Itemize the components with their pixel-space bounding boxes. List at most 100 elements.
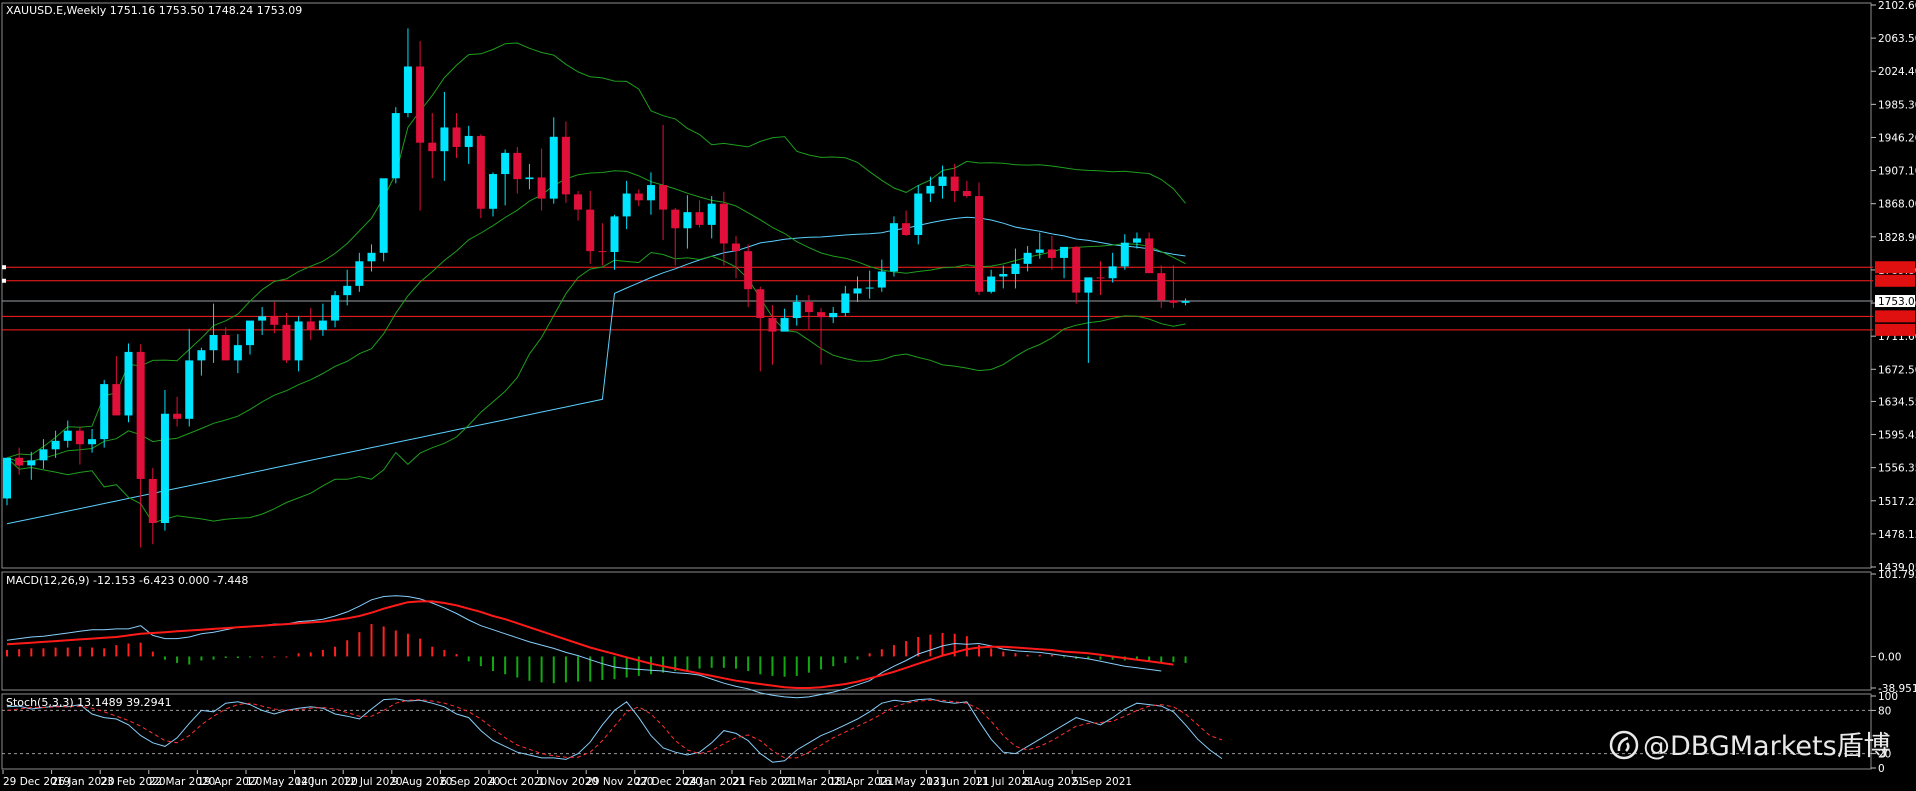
candle-body	[975, 196, 983, 292]
macd-histogram-bar	[6, 649, 8, 657]
candle-body	[804, 301, 813, 313]
candle	[3, 457, 11, 506]
candle-body	[233, 345, 242, 361]
symbol-header: XAUUSD.E,Weekly 1751.16 1753.50 1748.24 …	[6, 4, 302, 17]
candle-body	[464, 135, 473, 147]
candle-body	[51, 440, 60, 450]
candle-body	[331, 295, 340, 321]
macd-histogram-bar	[625, 656, 628, 678]
price-tick-label: 2024.40	[1878, 66, 1916, 78]
candle-body	[817, 312, 826, 318]
macd-histogram-bar	[1038, 654, 1041, 657]
candle-body	[695, 212, 704, 225]
macd-histogram-bar	[54, 647, 57, 657]
candle-body	[926, 185, 935, 194]
candle-body	[1035, 249, 1044, 253]
candle-body	[610, 216, 619, 252]
macd-histogram-bar	[18, 649, 21, 657]
candle-body	[39, 449, 48, 461]
macd-histogram-bar	[261, 656, 264, 658]
candle-body	[659, 185, 668, 210]
candle-body	[1108, 266, 1117, 279]
stoch-tick-label: 80	[1878, 705, 1891, 717]
level-price-tag	[1875, 323, 1915, 336]
candle-body	[732, 243, 740, 252]
macd-histogram-bar	[698, 656, 701, 669]
macd-histogram-bar	[771, 656, 774, 676]
price-tick-label: 1478.15	[1878, 529, 1916, 541]
macd-histogram-bar	[139, 642, 142, 657]
macd-histogram-bar	[163, 656, 166, 660]
level-price-tags: 1753.09	[1875, 261, 1916, 336]
macd-histogram-bar	[406, 633, 409, 657]
macd-histogram-bar	[686, 656, 689, 671]
candle	[379, 178, 388, 262]
macd-histogram-bar	[30, 648, 33, 657]
macd-histogram-bar	[577, 656, 580, 682]
candle-body	[1169, 300, 1178, 303]
candle-body	[112, 384, 121, 416]
candle-body	[829, 312, 838, 318]
macd-histogram-bar	[516, 656, 519, 678]
macd-histogram-bar	[321, 649, 324, 657]
candle-body	[148, 478, 157, 524]
candle-body	[294, 321, 303, 361]
candle-body	[1023, 252, 1032, 264]
macd-histogram-bar	[151, 651, 154, 657]
macd-histogram-bar	[528, 656, 531, 681]
macd-histogram-bar	[249, 656, 251, 658]
candle-body	[185, 360, 194, 419]
candle-body	[853, 288, 862, 294]
macd-histogram-bar	[1184, 656, 1187, 663]
last-price-tag-label: 1753.09	[1878, 296, 1916, 308]
price-tick-label: 1868.00	[1878, 199, 1916, 211]
candle-body	[841, 293, 850, 313]
macd-histogram-bar	[759, 656, 762, 675]
macd-histogram-bar	[601, 656, 604, 680]
price-tick-label: 1556.35	[1878, 463, 1916, 475]
level-marker	[2, 278, 6, 283]
candle-body	[525, 177, 534, 180]
candle-body	[416, 66, 425, 143]
candle-body	[306, 321, 315, 330]
candle-body	[719, 203, 728, 244]
candle-body	[501, 152, 510, 175]
candle-body	[865, 287, 874, 289]
macd-histogram-bar	[564, 656, 567, 683]
candle-body	[27, 460, 36, 466]
macd-histogram-bar	[856, 656, 859, 660]
candle-body	[428, 142, 437, 152]
candle-body	[513, 152, 522, 180]
macd-histogram-bar	[1172, 656, 1175, 663]
candle-body	[379, 178, 388, 253]
candle-body	[197, 350, 206, 361]
candle-body	[1157, 273, 1166, 301]
stoch-tick-label: 100	[1878, 691, 1898, 703]
candle-body	[1145, 238, 1154, 274]
macd-histogram-bar	[1160, 656, 1163, 663]
candle-body	[962, 190, 971, 197]
macd-histogram-bar	[78, 646, 81, 657]
candle-body	[646, 185, 655, 201]
candle-body	[343, 285, 352, 296]
macd-histogram-bar	[334, 646, 337, 657]
macd-histogram-bar	[394, 630, 397, 657]
candle-body	[1096, 277, 1105, 279]
candle-body	[476, 135, 485, 209]
macd-histogram-bar	[455, 654, 458, 657]
candle-body	[100, 384, 109, 440]
macd-histogram-bar	[1099, 656, 1102, 660]
candle-body	[75, 430, 84, 445]
macd-histogram-bar	[1050, 654, 1053, 657]
candle-body	[671, 209, 680, 229]
macd-histogram-bar	[297, 653, 300, 657]
macd-histogram-bar	[431, 646, 434, 657]
macd-histogram-bar	[188, 656, 191, 665]
candle-body	[561, 136, 570, 195]
stoch-label: Stoch(5,3,3) 13.1489 39.2941	[6, 696, 172, 709]
candle-body	[318, 320, 327, 330]
candle-body	[622, 193, 631, 217]
candle-body	[780, 318, 789, 332]
candle-body	[549, 136, 558, 199]
macd-histogram-bar	[467, 656, 470, 662]
